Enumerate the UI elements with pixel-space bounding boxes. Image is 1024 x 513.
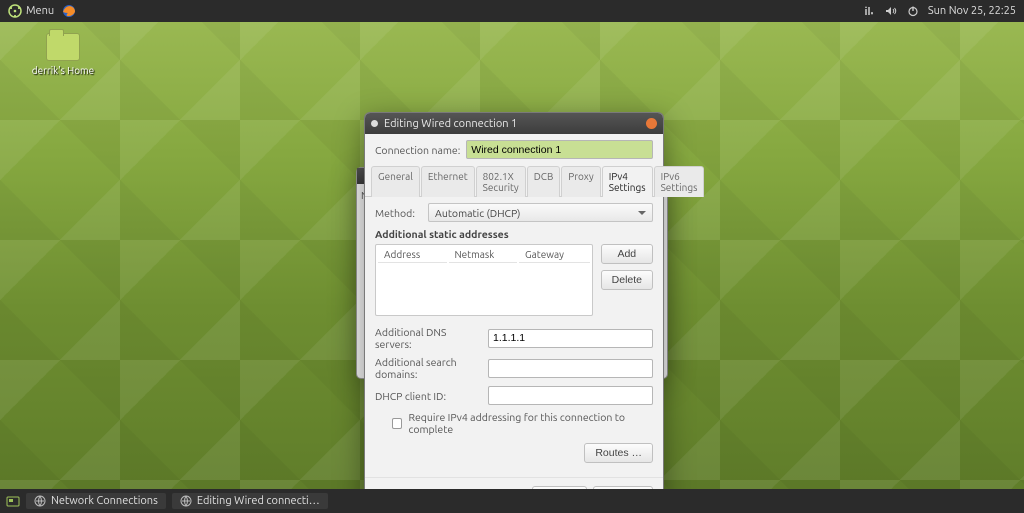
tab-bar: General Ethernet 802.1X Security DCB Pro… (365, 165, 663, 197)
desktop-icon-label: derrik's Home (32, 65, 94, 76)
tab-8021x-security[interactable]: 802.1X Security (476, 166, 526, 197)
folder-icon (46, 33, 80, 61)
tab-dcb[interactable]: DCB (527, 166, 561, 197)
static-addresses-header: Additional static addresses (375, 228, 653, 240)
tab-proxy[interactable]: Proxy (561, 166, 600, 197)
require-ipv4-label: Require IPv4 addressing for this connect… (408, 411, 653, 435)
delete-button[interactable]: Delete (601, 270, 653, 290)
method-value: Automatic (DHCP) (435, 207, 520, 219)
network-connections-icon (34, 495, 46, 507)
static-addresses-table[interactable]: Address Netmask Gateway (375, 244, 593, 316)
tab-ethernet[interactable]: Ethernet (421, 166, 475, 197)
search-domains-label: Additional search domains: (375, 356, 480, 380)
require-ipv4-checkbox[interactable] (392, 418, 402, 429)
dhcp-client-id-input[interactable] (488, 386, 653, 405)
firefox-icon[interactable] (62, 4, 76, 18)
tab-ipv4-settings[interactable]: IPv4 Settings (602, 166, 653, 197)
network-icon[interactable] (862, 4, 876, 18)
dns-servers-input[interactable] (488, 329, 653, 348)
tab-general[interactable]: General (371, 166, 420, 197)
add-button[interactable]: Add (601, 244, 653, 264)
dns-servers-label: Additional DNS servers: (375, 326, 480, 350)
taskbar-item-label: Editing Wired connecti… (197, 495, 320, 507)
taskbar-editing-connection[interactable]: Editing Wired connecti… (172, 493, 328, 509)
power-icon[interactable] (906, 4, 920, 18)
taskbar-network-connections[interactable]: Network Connections (26, 493, 166, 509)
ubuntu-mate-logo-icon (8, 4, 22, 18)
dialog-titlebar[interactable]: Editing Wired connection 1 (365, 113, 663, 134)
menu-button[interactable]: Menu (8, 4, 54, 18)
bottom-panel: Network Connections Editing Wired connec… (0, 489, 1024, 513)
method-dropdown[interactable]: Automatic (DHCP) (428, 203, 653, 222)
clock-text[interactable]: Sun Nov 25, 22:25 (928, 5, 1016, 17)
dhcp-client-id-label: DHCP client ID: (375, 390, 480, 402)
network-connections-icon (180, 495, 192, 507)
close-icon[interactable] (646, 118, 657, 129)
col-netmask[interactable]: Netmask (449, 247, 518, 263)
search-domains-input[interactable] (488, 359, 653, 378)
connection-name-input[interactable] (466, 140, 653, 159)
show-desktop-icon[interactable] (6, 494, 20, 508)
method-label: Method: (375, 207, 420, 219)
edit-connection-dialog: Editing Wired connection 1 Connection na… (364, 112, 664, 513)
dialog-title: Editing Wired connection 1 (384, 118, 640, 130)
taskbar-item-label: Network Connections (51, 495, 158, 507)
volume-icon[interactable] (884, 4, 898, 18)
col-address[interactable]: Address (378, 247, 447, 263)
connection-name-label: Connection name: (375, 144, 460, 156)
window-menu-icon[interactable] (371, 120, 378, 127)
routes-button[interactable]: Routes … (584, 443, 653, 463)
desktop-home-folder[interactable]: derrik's Home (28, 33, 98, 93)
top-panel: Menu Sun Nov 25, 22:25 (0, 0, 1024, 22)
col-gateway[interactable]: Gateway (519, 247, 590, 263)
menu-label: Menu (26, 5, 54, 17)
tab-ipv6-settings[interactable]: IPv6 Settings (654, 166, 705, 197)
